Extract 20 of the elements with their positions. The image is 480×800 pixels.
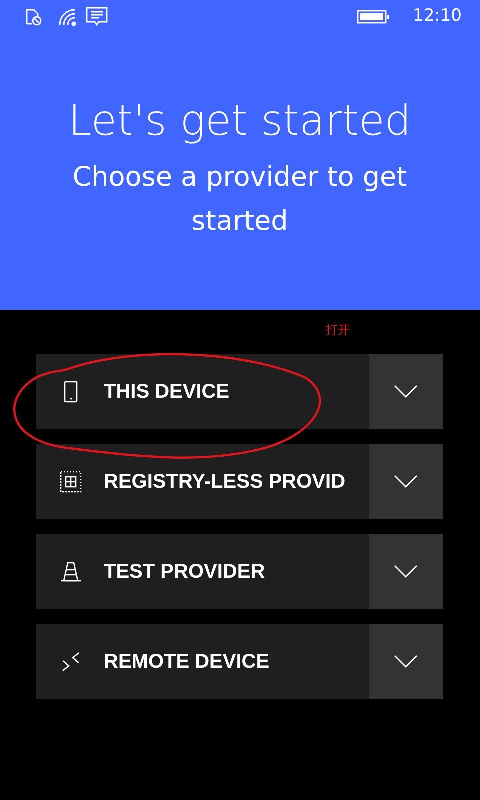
page-subtitle: Choose a provider to get started [72,161,408,239]
chevron-down-icon [394,654,418,668]
message-icon [86,7,108,27]
chevron-down-icon [394,564,418,578]
expand-button[interactable] [369,354,443,429]
wifi-icon [58,8,78,26]
cone-icon [60,560,82,582]
sim-blocked-icon [24,8,42,26]
chevron-down-icon [394,474,418,488]
page-title: Let's get started [68,96,412,146]
remote-icon [60,650,82,672]
expand-button[interactable] [369,534,443,609]
grid-icon [60,470,82,492]
expand-button[interactable] [369,624,443,699]
battery-icon [357,10,389,24]
chevron-down-icon [394,384,418,398]
expand-button[interactable] [369,444,443,519]
annotation-text: 打开 [326,322,351,339]
phone-icon [63,380,79,402]
clock-time: 12:10 [413,5,462,28]
